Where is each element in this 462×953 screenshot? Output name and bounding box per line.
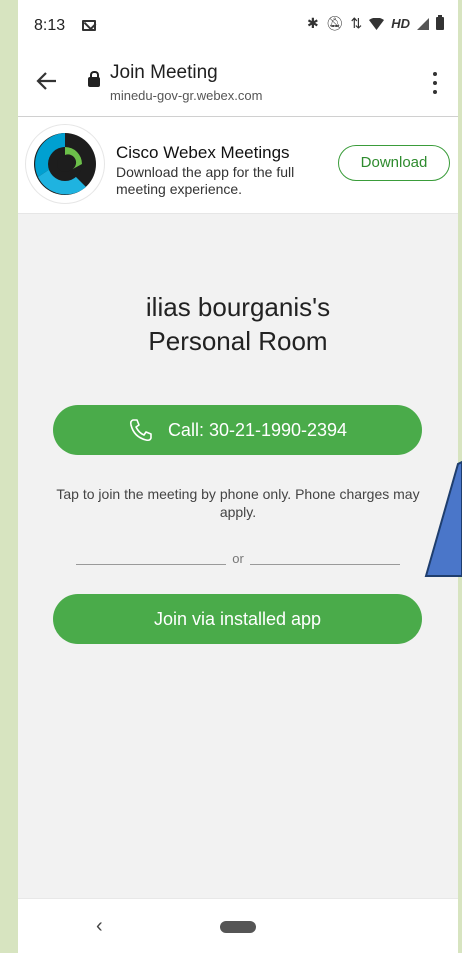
phone-screen: 8:13 ✱ 🔕︎ ⇅ HD Join Meeting minedu-gov-g… (18, 0, 458, 953)
divider-left (76, 564, 226, 565)
more-options-icon[interactable] (432, 72, 438, 96)
battery-icon (436, 15, 444, 30)
bluetooth-icon: ✱ (306, 15, 319, 31)
system-nav-bar: ‹ (18, 898, 458, 953)
nav-home-pill[interactable] (220, 921, 256, 933)
page-title[interactable]: Join Meeting (110, 62, 218, 84)
status-bar: 8:13 ✱ 🔕︎ ⇅ HD (18, 0, 458, 54)
room-title-line2: Personal Room (148, 326, 328, 356)
mute-icon: 🔕︎ (325, 15, 344, 31)
lock-icon (88, 71, 100, 87)
meeting-room-title: ilias bourganis's Personal Room (18, 290, 458, 358)
banner-app-title: Cisco Webex Meetings (116, 143, 290, 162)
phone-charges-hint: Tap to join the meeting by phone only. P… (56, 486, 420, 520)
back-arrow-icon[interactable] (36, 70, 58, 92)
call-button-label: Call: 30-21-1990-2394 (167, 419, 348, 440)
status-time: 8:13 (34, 17, 66, 34)
download-button[interactable]: Download (338, 145, 450, 181)
wifi-icon (369, 17, 385, 30)
data-arrows-icon: ⇅ (350, 15, 363, 31)
divider-right (250, 564, 400, 565)
page-url[interactable]: minedu-gov-gr.webex.com (110, 88, 262, 103)
address-bar: Join Meeting minedu-gov-gr.webex.com (18, 54, 458, 117)
room-title-line1: ilias bourganis's (145, 292, 331, 322)
signal-icon (417, 17, 429, 30)
nav-back-icon[interactable]: ‹ (96, 915, 103, 938)
join-via-app-button[interactable]: Join via installed app (53, 594, 422, 644)
app-install-banner: Cisco Webex Meetings Download the app fo… (18, 117, 458, 214)
network-type-label: HD (391, 16, 410, 31)
phone-icon (129, 419, 152, 442)
banner-description: Download the app for the full meeting ex… (116, 164, 295, 197)
mail-icon (82, 20, 96, 31)
status-icons: ✱ 🔕︎ ⇅ HD (307, 15, 444, 32)
webex-logo-icon (26, 125, 104, 203)
call-button[interactable]: Call: 30-21-1990-2394 (53, 405, 422, 455)
annotation-arrow-icon (424, 460, 462, 577)
